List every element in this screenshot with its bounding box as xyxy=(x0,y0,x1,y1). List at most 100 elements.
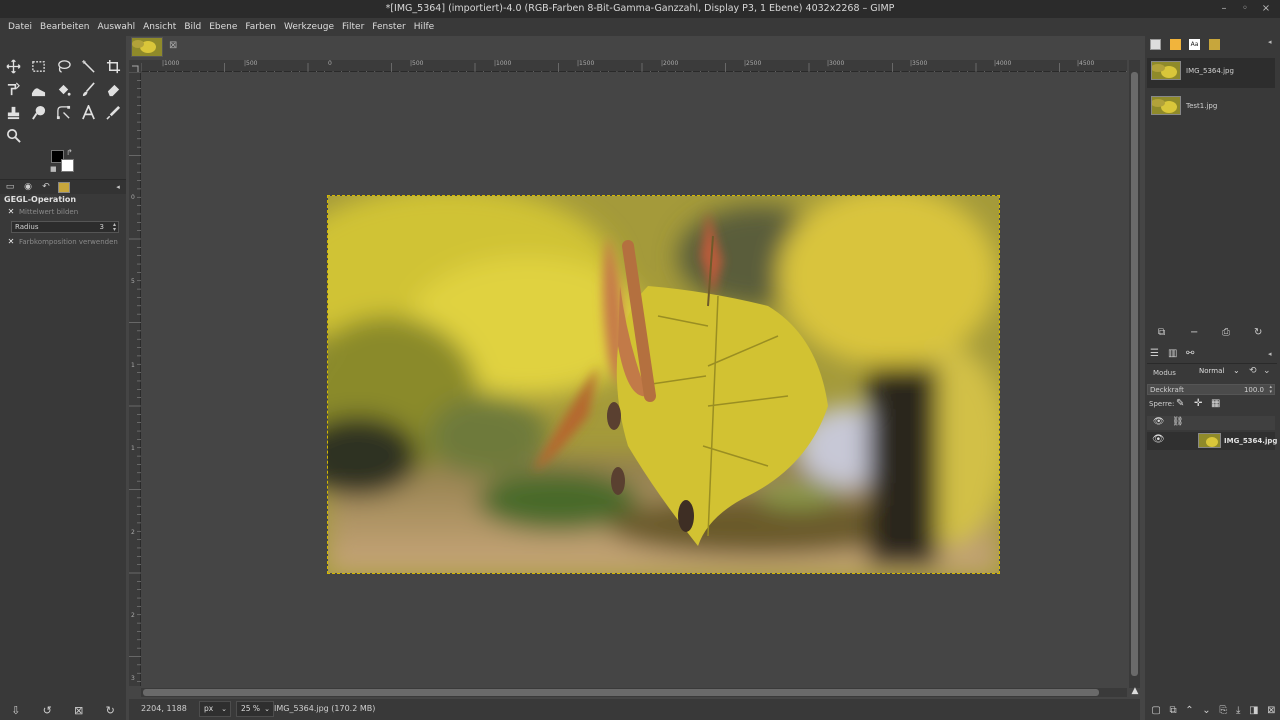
background-color-swatch[interactable] xyxy=(61,159,74,172)
menu-ebene[interactable]: Ebene xyxy=(205,18,241,36)
ruler-label: 2 xyxy=(131,612,135,619)
layers-tab-icon[interactable]: ☰ xyxy=(1150,348,1159,359)
menu-fenster[interactable]: Fenster xyxy=(368,18,409,36)
lower-layer-icon[interactable]: ⌄ xyxy=(1202,705,1210,716)
brushes-tab-icon[interactable] xyxy=(1150,39,1161,50)
horizontal-ruler[interactable]: |1000 |500 0 |500 |1000 |1500 |2000 |250… xyxy=(140,60,1127,75)
maximize-button[interactable]: ◦ xyxy=(1237,0,1253,18)
delete-options-icon[interactable]: ⊠ xyxy=(74,704,83,717)
ruler-corner[interactable] xyxy=(129,60,141,72)
zoom-value: 25 % xyxy=(241,704,261,713)
images-tab-icon[interactable] xyxy=(58,182,70,193)
menu-ansicht[interactable]: Ansicht xyxy=(139,18,180,36)
lock-position-icon[interactable]: ✛ xyxy=(1194,398,1202,409)
vertical-ruler[interactable]: 0 5 1 1 2 2 3 xyxy=(129,71,141,686)
image-canvas-photo[interactable] xyxy=(327,195,1000,574)
minimize-button[interactable]: – xyxy=(1216,0,1232,18)
open-image-icon[interactable]: ⧉ xyxy=(1158,327,1165,338)
refresh-images-icon[interactable]: ↻ xyxy=(1254,327,1262,338)
display-image-icon[interactable]: ⎙ xyxy=(1222,327,1230,338)
image-thumbnail[interactable] xyxy=(1151,96,1181,115)
new-layer-group-icon[interactable]: ⧉ xyxy=(1169,705,1176,716)
duplicate-layer-icon[interactable]: ⎘ xyxy=(1219,705,1227,716)
fuzzy-select-tool-icon[interactable] xyxy=(77,55,99,77)
new-layer-icon[interactable]: ▢ xyxy=(1151,705,1160,716)
radius-spinner-icon[interactable]: ▴ ▾ xyxy=(113,222,116,233)
menu-datei[interactable]: Datei xyxy=(4,18,36,36)
layer-row[interactable]: 👁 IMG_5364.jpg xyxy=(1147,432,1277,450)
paths-tool-icon[interactable] xyxy=(52,101,74,123)
delete-layer-icon[interactable]: ⊠ xyxy=(1267,705,1275,716)
eraser-tool-icon[interactable] xyxy=(102,78,124,100)
rect-select-tool-icon[interactable] xyxy=(27,55,49,77)
menu-hilfe[interactable]: Hilfe xyxy=(410,18,438,36)
crop-tool-icon[interactable] xyxy=(102,55,124,77)
zoom-select[interactable]: 25 % ⌄ xyxy=(236,701,274,717)
menu-auswahl[interactable]: Auswahl xyxy=(93,18,139,36)
navigate-icon[interactable]: ▲ xyxy=(1129,686,1141,698)
eye-icon[interactable]: 👁 xyxy=(1152,434,1165,445)
lock-pixels-icon[interactable]: ✎ xyxy=(1176,398,1184,409)
horizontal-scrollbar-thumb[interactable] xyxy=(143,689,1099,696)
patterns-tab-icon[interactable] xyxy=(1170,39,1181,50)
image-tab[interactable] xyxy=(131,37,163,57)
fonts-tab-icon[interactable]: Aa xyxy=(1189,39,1200,50)
switch-mode-icon[interactable]: ⟲ xyxy=(1249,366,1257,376)
visibility-header-icon[interactable]: 👁 xyxy=(1153,417,1164,427)
reset-options-icon[interactable]: ↻ xyxy=(106,704,115,717)
tab-close-icon[interactable]: ⊠ xyxy=(169,40,177,51)
panel-menu-icon[interactable]: ◂ xyxy=(112,182,124,193)
image-thumbnail[interactable] xyxy=(1151,61,1181,80)
images-dock-tab-icon[interactable] xyxy=(1209,39,1220,50)
ruler-label: 0 xyxy=(328,60,332,67)
reset-colors-icon[interactable]: ■ xyxy=(50,165,57,173)
zoom-tool-icon[interactable] xyxy=(2,124,24,146)
swap-colors-icon[interactable]: ↱ xyxy=(66,148,73,157)
channels-tab-icon[interactable]: ▥ xyxy=(1168,348,1177,359)
warp-tool-icon[interactable] xyxy=(27,78,49,100)
save-options-icon[interactable]: ⇩ xyxy=(11,704,20,717)
checkbox-mittelwert[interactable]: ✕ xyxy=(7,208,15,216)
option-farbkomposition-label: Farbkomposition verwenden xyxy=(19,238,118,246)
text-tool-icon[interactable] xyxy=(77,101,99,123)
image-list-name[interactable]: IMG_5364.jpg xyxy=(1186,67,1234,75)
restore-options-icon[interactable]: ↺ xyxy=(43,704,52,717)
chevron-down-icon[interactable]: ⌄ xyxy=(1263,366,1271,376)
device-status-tab-icon[interactable]: ◉ xyxy=(22,182,34,193)
clone-tool-icon[interactable] xyxy=(2,101,24,123)
radius-field[interactable]: Radius 3 ▴ ▾ xyxy=(11,221,119,233)
unit-select[interactable]: px ⌄ xyxy=(199,701,231,717)
raise-layer-icon[interactable]: ⌃ xyxy=(1185,705,1193,716)
menu-filter[interactable]: Filter xyxy=(338,18,368,36)
paths-tab-icon[interactable]: ⚯ xyxy=(1186,348,1194,359)
undo-history-tab-icon[interactable]: ↶ xyxy=(40,182,52,193)
menu-bearbeiten[interactable]: Bearbeiten xyxy=(36,18,93,36)
menu-werkzeuge[interactable]: Werkzeuge xyxy=(280,18,338,36)
menu-farben[interactable]: Farben xyxy=(241,18,280,36)
checkbox-farbkomposition[interactable]: ✕ xyxy=(7,238,15,246)
close-image-icon[interactable]: − xyxy=(1190,327,1198,338)
color-picker-tool-icon[interactable] xyxy=(102,101,124,123)
ruler-label: |2500 xyxy=(744,60,762,67)
chain-header-icon[interactable]: ⛓ xyxy=(1172,417,1183,427)
free-select-tool-icon[interactable] xyxy=(52,55,74,77)
bucket-fill-tool-icon[interactable] xyxy=(52,78,74,100)
mode-select[interactable]: Normal ⌄ xyxy=(1199,366,1245,379)
opacity-spinner-icon[interactable]: ▴ ▾ xyxy=(1269,385,1272,395)
close-button[interactable]: × xyxy=(1258,0,1274,18)
image-list-name[interactable]: Test1.jpg xyxy=(1186,102,1217,110)
tool-options-tab-icon[interactable]: ▭ xyxy=(4,182,16,193)
opacity-slider[interactable]: Deckkraft 100.0 ▴ ▾ xyxy=(1147,384,1275,395)
layer-name[interactable]: IMG_5364.jpg xyxy=(1224,437,1277,445)
transform-tool-icon[interactable] xyxy=(2,78,24,100)
paintbrush-tool-icon[interactable] xyxy=(77,78,99,100)
mask-layer-icon[interactable]: ◨ xyxy=(1249,705,1258,716)
layers-menu-icon[interactable]: ◂ xyxy=(1268,350,1272,358)
dock-menu-icon[interactable]: ◂ xyxy=(1268,38,1272,46)
move-tool-icon[interactable] xyxy=(2,55,24,77)
menu-bild[interactable]: Bild xyxy=(180,18,205,36)
smudge-tool-icon[interactable] xyxy=(27,101,49,123)
lock-alpha-icon[interactable]: ▦ xyxy=(1211,398,1220,409)
merge-layer-icon[interactable]: ⤓ xyxy=(1236,705,1240,716)
vertical-scrollbar-thumb[interactable] xyxy=(1131,72,1138,676)
